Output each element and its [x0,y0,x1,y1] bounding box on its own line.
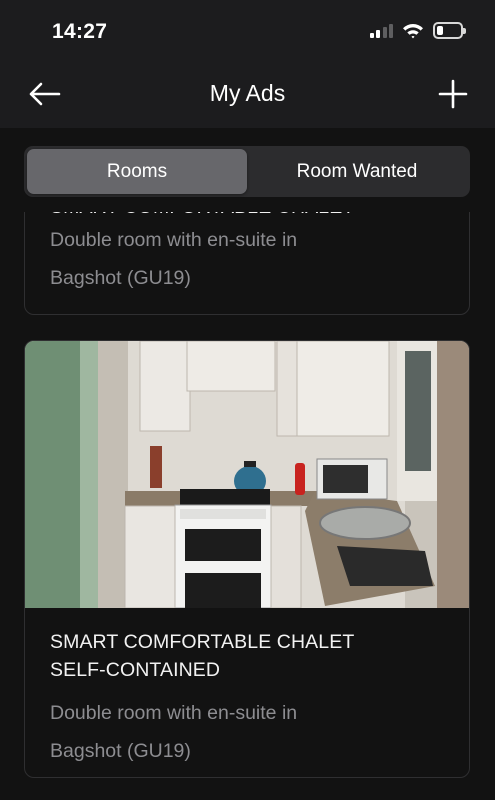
status-time: 14:27 [52,20,108,43]
ad-card-text: SMART COMFORTABLE CHALET Double room wit… [50,212,450,297]
ad-card[interactable]: SMART COMFORTABLE CHALET SELF-CONTAINED … [24,340,470,778]
status-icons [369,22,466,39]
battery-icon [433,22,466,39]
ad-subtitle-line-2: Bagshot (GU19) [50,267,191,289]
ads-list[interactable]: SMART COMFORTABLE CHALET Double room wit… [0,212,495,800]
ad-title-line-1: SMART COMFORTABLE CHALET [50,631,355,653]
cellular-signal-icon [369,23,393,38]
tab-room-wanted[interactable]: Room Wanted [247,149,467,194]
ad-card-text: SMART COMFORTABLE CHALET SELF-CONTAINED … [50,628,450,770]
top-bar: 14:27 My Ads [0,0,495,128]
battery-level [437,26,443,35]
tab-rooms[interactable]: Rooms [27,149,247,194]
wifi-icon [403,23,423,38]
ads-type-segmented-control: Rooms Room Wanted [24,146,470,197]
my-ads-screen: 14:27 My Ads Rooms Room Wanted Double ro… [0,0,495,800]
ad-card[interactable]: SMART COMFORTABLE CHALET Double room wit… [24,212,470,315]
page-title: My Ads [209,80,286,106]
ad-subtitle-line-1: Double room with en-suite in [50,702,298,724]
ad-title-line-2: SELF-CONTAINED [50,659,221,681]
ad-subtitle-line-1: Double room with en-suite in [50,229,298,251]
ad-title: SMART COMFORTABLE CHALET [50,212,450,221]
ad-photo-kitchen [25,341,469,608]
add-ad-button[interactable] [435,76,471,112]
ad-subtitle-line-2: Bagshot (GU19) [50,740,191,762]
